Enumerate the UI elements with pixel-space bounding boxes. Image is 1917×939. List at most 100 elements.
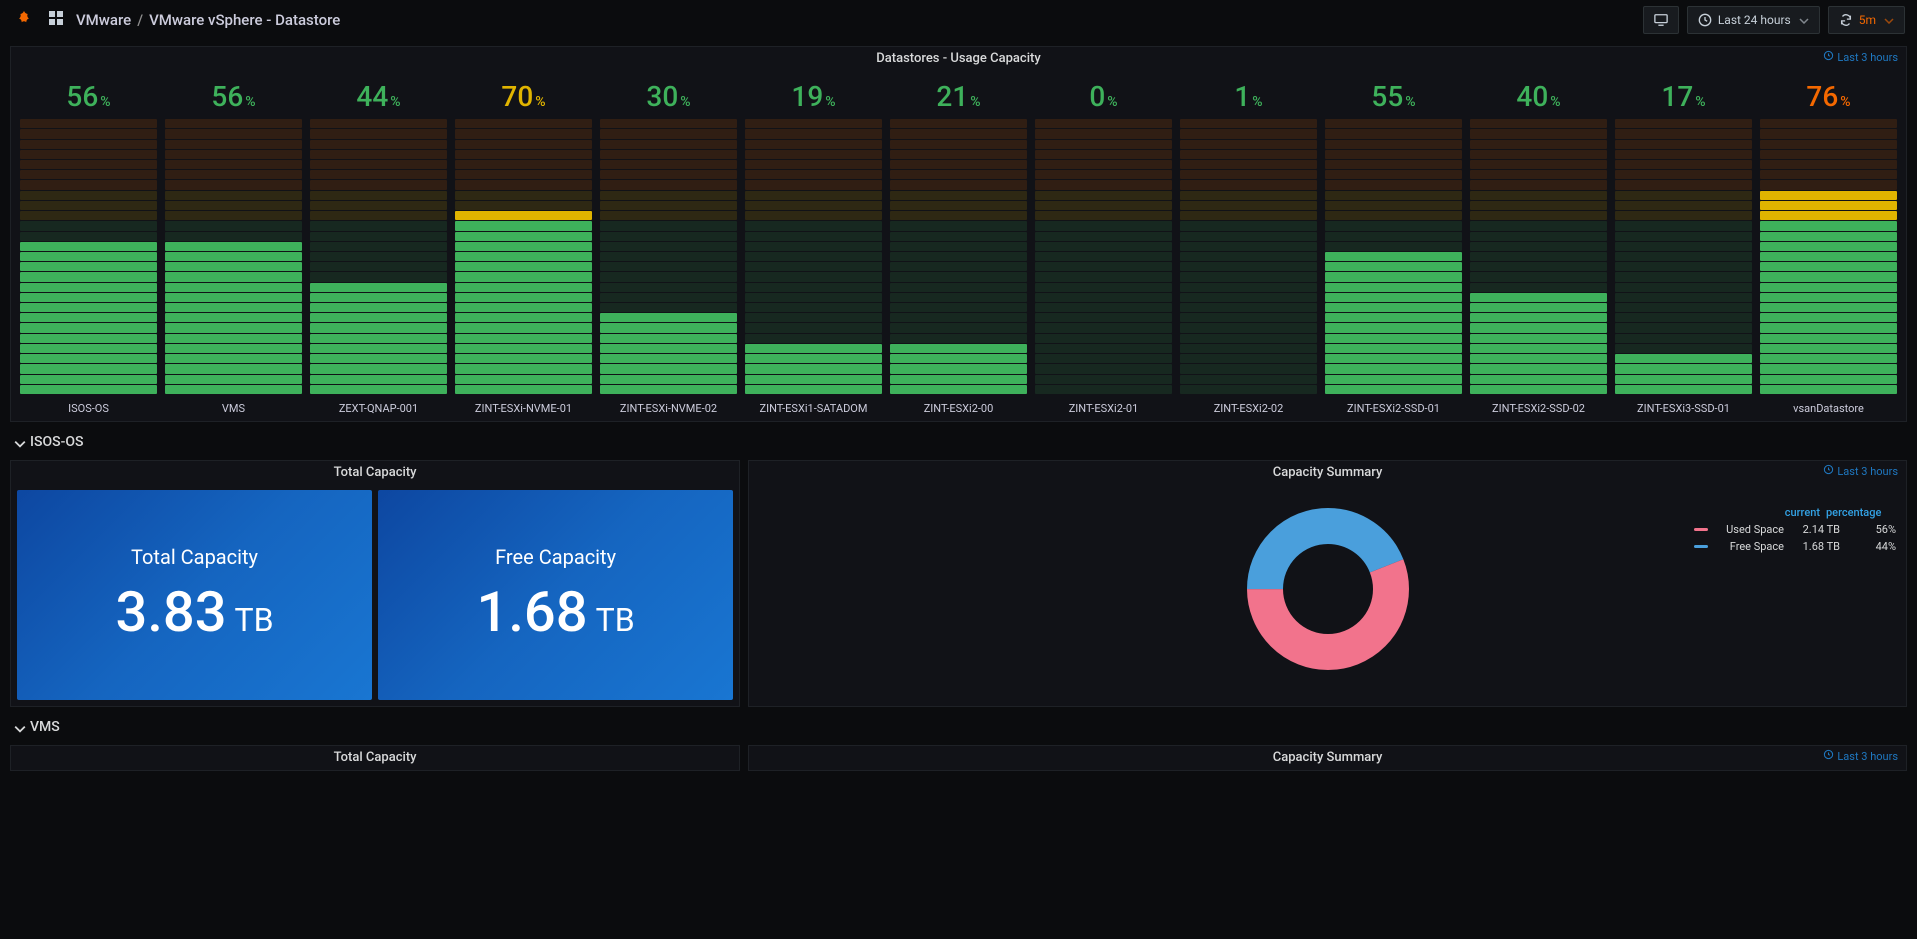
clock-icon [1698, 13, 1712, 27]
gauge-value: 70% [501, 70, 545, 119]
gauge-bars [1177, 119, 1320, 394]
breadcrumb[interactable]: VMware / VMware vSphere - Datastore [76, 11, 340, 29]
panel-title: Capacity Summary [749, 746, 1906, 769]
gauge-zint-esxi2-ssd-01: 55%ZINT-ESXi2-SSD-01 [1322, 70, 1465, 415]
gauge-bars [1032, 119, 1175, 394]
panel-total-capacity: Total Capacity [10, 745, 740, 771]
gauge-value: 30% [646, 70, 690, 119]
clock-icon [1823, 749, 1834, 763]
gauge-value: 40% [1516, 70, 1560, 119]
donut-chart [1238, 499, 1418, 679]
clock-icon [1823, 464, 1834, 478]
gauge-bars [597, 119, 740, 394]
gauge-label: VMS [222, 394, 245, 415]
gauge-bars [307, 119, 450, 394]
refresh-icon [1839, 13, 1853, 27]
gauge-zint-esxi2-ssd-02: 40% ZINT-ESXi2-SSD-02 [1467, 70, 1610, 415]
gauge-zint-esxi-nvme-01: 70% ZINT-ESXi-NVME-01 [452, 70, 595, 415]
gauge-value: 19% [791, 70, 835, 119]
gauge-zint-esxi2-00: 21% ZINT-ESXi2-00 [887, 70, 1030, 415]
gauge-value: 76% [1806, 70, 1850, 119]
stat-unit: TB [235, 601, 274, 639]
gauge-bars [1467, 119, 1610, 394]
refresh-button[interactable]: 5m [1828, 6, 1905, 34]
gauge-label: ZINT-ESXi2-SSD-02 [1492, 394, 1585, 415]
gauge-label: ZINT-ESXi2-01 [1069, 394, 1139, 415]
chevron-down-icon [1799, 13, 1809, 27]
gauge-bars [887, 119, 1030, 394]
panel-time-range[interactable]: Last 3 hours [1823, 464, 1898, 478]
gauge-bars [742, 119, 885, 394]
panel-title: Total Capacity [11, 461, 739, 484]
chevron-down-icon [14, 721, 26, 733]
gauge-bars [162, 119, 305, 394]
gauge-label: ZINT-ESXi1-SATADOM [760, 394, 868, 415]
gauge-bars [452, 119, 595, 394]
grafana-logo[interactable] [12, 8, 36, 32]
gauge-bars [1612, 119, 1755, 394]
panel-usage-capacity: Datastores - Usage Capacity Last 3 hours… [10, 46, 1907, 422]
gauge-vms: 56% VMS [162, 70, 305, 415]
gauge-vsandatastore: 76% vsanDatastore [1757, 70, 1900, 415]
gauge-label: ZINT-ESXi-NVME-02 [620, 394, 717, 415]
gauge-zint-esxi2-01: 0% ZINT-ESXi2-01 [1032, 70, 1175, 415]
panel-total-capacity: Total Capacity Total Capacity 3.83TB Fre… [10, 460, 740, 707]
gauge-value: 0% [1089, 70, 1117, 119]
gauge-zint-esxi2-02: 1% ZINT-ESXi2-02 [1177, 70, 1320, 415]
gauge-zext-qnap-001: 44% ZEXT-QNAP-001 [307, 70, 450, 415]
dashboard-grid-icon[interactable] [48, 10, 64, 30]
stat-total-capacity: Total Capacity 3.83TB [17, 490, 372, 700]
gauge-label: ZEXT-QNAP-001 [339, 394, 418, 415]
gauge-bars [17, 119, 160, 394]
stat-value: 1.68 [477, 579, 588, 645]
gauge-bars [1322, 119, 1465, 394]
panel-capacity-summary: Capacity Summary Last 3 hours [748, 745, 1907, 771]
gauge-zint-esxi1-satadom: 19% ZINT-ESXi1-SATADOM [742, 70, 885, 415]
row-header-vms[interactable]: VMS [10, 707, 1907, 739]
gauge-label: ZINT-ESXi3-SSD-01 [1637, 394, 1730, 415]
gauge-zint-esxi-nvme-02: 30% ZINT-ESXi-NVME-02 [597, 70, 740, 415]
row-title: VMS [30, 719, 60, 735]
legend-swatch [1694, 545, 1708, 548]
legend-item-free[interactable]: Free Space 1.68 TB 44% [1694, 538, 1896, 555]
monitor-icon [1654, 13, 1668, 27]
top-bar: VMware / VMware vSphere - Datastore Last… [0, 0, 1917, 40]
legend-swatch [1694, 528, 1708, 531]
gauge-value: 1% [1234, 70, 1262, 119]
gauge-value: 44% [356, 70, 400, 119]
panel-capacity-summary: Capacity Summary Last 3 hours current pe… [748, 460, 1907, 707]
gauge-bars [1757, 119, 1900, 394]
stat-label: Total Capacity [131, 545, 258, 569]
panel-title: Total Capacity [11, 746, 739, 769]
gauge-label: ZINT-ESXi2-00 [924, 394, 994, 415]
chevron-down-icon [14, 436, 26, 448]
stat-value: 3.83 [115, 579, 226, 645]
row-title: ISOS-OS [30, 434, 83, 450]
gauge-label: ZINT-ESXi2-02 [1214, 394, 1284, 415]
time-range-label: Last 24 hours [1718, 13, 1791, 27]
panel-title: Capacity Summary [749, 461, 1906, 484]
stat-label: Free Capacity [495, 545, 616, 569]
clock-icon [1823, 50, 1834, 64]
stat-free-capacity: Free Capacity 1.68TB [378, 490, 733, 700]
gauge-value: 56% [211, 70, 255, 119]
gauge-value: 21% [936, 70, 980, 119]
gauge-value: 17% [1661, 70, 1705, 119]
panel-time-range[interactable]: Last 3 hours [1823, 749, 1898, 763]
gauge-label: ZINT-ESXi2-SSD-01 [1347, 394, 1440, 415]
breadcrumb-folder[interactable]: VMware [76, 11, 131, 29]
stat-unit: TB [596, 601, 635, 639]
legend-item-used[interactable]: Used Space 2.14 TB 56% [1694, 521, 1896, 538]
time-range-picker[interactable]: Last 24 hours [1687, 6, 1820, 34]
gauge-label: ISOS-OS [68, 394, 109, 415]
chevron-down-icon [1884, 13, 1894, 27]
panel-time-range[interactable]: Last 3 hours [1823, 50, 1898, 64]
display-mode-button[interactable] [1643, 6, 1679, 34]
row-header-isos-os[interactable]: ISOS-OS [10, 422, 1907, 454]
gauge-value: 56% [66, 70, 110, 119]
gauge-label: ZINT-ESXi-NVME-01 [475, 394, 572, 415]
gauge-label: vsanDatastore [1793, 394, 1864, 415]
refresh-interval: 5m [1859, 13, 1876, 27]
breadcrumb-dashboard[interactable]: VMware vSphere - Datastore [149, 11, 340, 29]
chart-legend: current percentage Used Space 2.14 TB 56… [1694, 504, 1896, 555]
